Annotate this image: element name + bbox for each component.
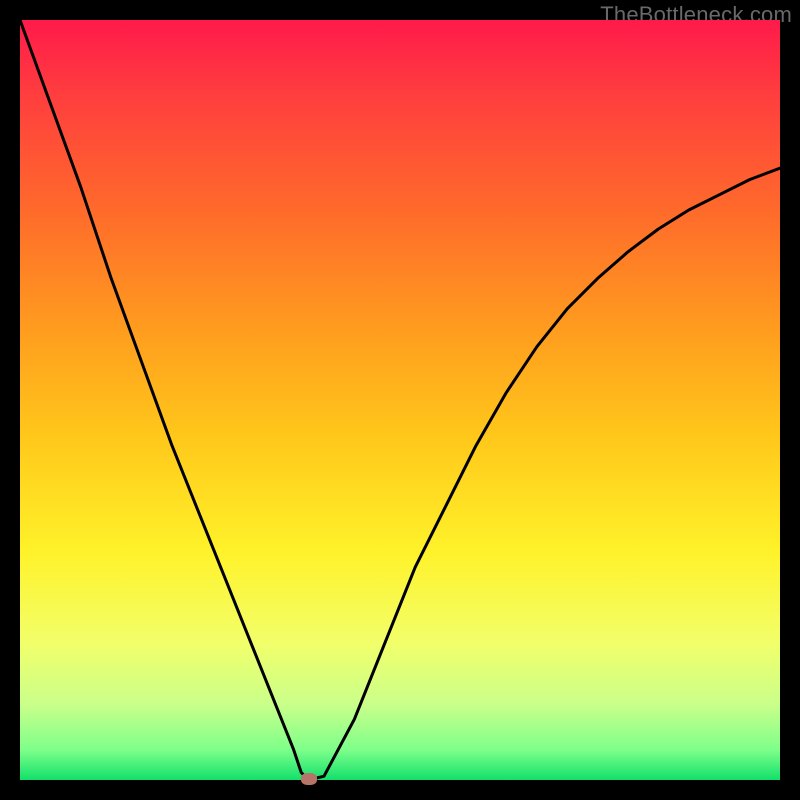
line-curve <box>20 20 780 780</box>
minimum-marker <box>301 773 317 785</box>
plot-area <box>20 20 780 780</box>
chart-frame: TheBottleneck.com <box>0 0 800 800</box>
